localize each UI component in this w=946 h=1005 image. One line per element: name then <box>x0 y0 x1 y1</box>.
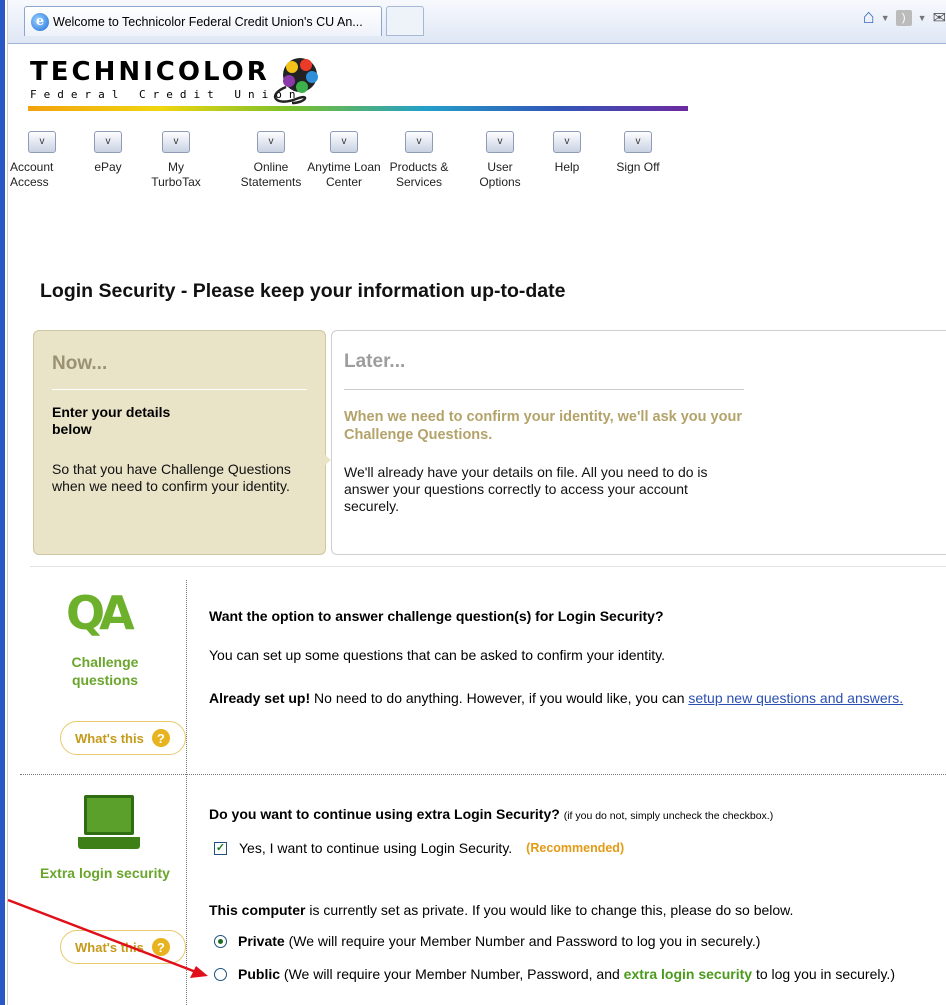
continue-security-label[interactable]: Yes, I want to continue using Login Secu… <box>239 840 512 856</box>
continue-security-row: ✓ Yes, I want to continue using Login Se… <box>214 840 624 856</box>
chevron-down-icon: v <box>162 131 190 153</box>
home-dropdown-icon[interactable]: ▼ <box>881 13 890 23</box>
recommended-badge: (Recommended) <box>526 841 625 855</box>
chevron-down-icon: v <box>405 131 433 153</box>
question-icon: ? <box>151 938 170 956</box>
row-divider <box>20 774 946 775</box>
challenge-already-setup: Already set up! No need to do anything. … <box>209 690 939 707</box>
challenge-question-title: Want the option to answer challenge ques… <box>209 608 664 624</box>
whats-this-button-challenge[interactable]: What's this ? <box>60 721 186 755</box>
qa-icon: QA <box>66 586 135 640</box>
private-option-row: Private (We will require your Member Num… <box>214 933 760 950</box>
later-panel: Later... When we need to confirm your id… <box>331 330 946 555</box>
continue-security-checkbox[interactable]: ✓ <box>214 841 227 855</box>
nav-my-turbotax[interactable]: v My TurboTax <box>136 131 216 190</box>
private-option-label: Private (We will require your Member Num… <box>238 933 760 950</box>
tab-title: Welcome to Technicolor Federal Credit Un… <box>53 14 363 29</box>
whats-this-label: What's this <box>75 939 144 955</box>
mail-icon[interactable]: ✉ <box>933 8 946 28</box>
question-icon: ? <box>151 729 170 747</box>
computer-bold: This computer <box>209 902 306 918</box>
ie-icon: e <box>31 12 49 31</box>
extra-question-note: (if you do not, simply uncheck the check… <box>563 810 774 822</box>
extra-security-question: Do you want to continue using extra Logi… <box>209 806 773 822</box>
feeds-icon[interactable]: ) <box>895 9 912 26</box>
later-text: We'll already have your details on file.… <box>344 464 708 514</box>
extra-question-bold: Do you want to continue using extra Logi… <box>209 806 560 822</box>
public-text-2: to log you in securely.) <box>752 966 895 982</box>
now-heading: Now... <box>52 353 307 390</box>
public-option-row: Public (We will require your Member Numb… <box>214 966 944 983</box>
chevron-down-icon: v <box>624 131 652 153</box>
nav-products-services[interactable]: v Products & Services <box>379 131 459 190</box>
nav-label: My TurboTax <box>151 160 201 189</box>
computer-setting-text: This computer is currently set as privat… <box>209 902 793 918</box>
feeds-dropdown-icon[interactable]: ▼ <box>918 13 927 23</box>
home-icon[interactable]: ⌂ <box>863 6 875 29</box>
laptop-screen <box>84 795 134 835</box>
new-tab-button[interactable] <box>386 6 424 36</box>
chevron-down-icon: v <box>94 131 122 153</box>
chevron-down-icon: v <box>257 131 285 153</box>
section-divider <box>30 566 946 567</box>
computer-text: is currently set as private. If you woul… <box>305 902 794 918</box>
browser-tab-active[interactable]: e Welcome to Technicolor Federal Credit … <box>24 6 382 36</box>
whats-this-button-extra[interactable]: What's this ? <box>60 930 186 964</box>
now-panel: Now... Enter your details below So that … <box>33 330 326 555</box>
nav-label: Anytime Loan Center <box>307 160 381 189</box>
nav-label: Account Access <box>10 160 54 189</box>
nav-sign-off[interactable]: v Sign Off <box>598 131 678 175</box>
chevron-down-icon: v <box>486 131 514 153</box>
nav-online-statements[interactable]: v Online Statements <box>231 131 311 190</box>
public-text-1: (We will require your Member Number, Pas… <box>280 966 624 982</box>
extra-login-security-label: Extra login security <box>40 865 170 881</box>
already-setup-bold: Already set up! <box>209 690 311 706</box>
setup-new-questions-link[interactable]: setup new questions and answers. <box>688 690 903 706</box>
now-text: So that you have Challenge Questions whe… <box>52 461 291 494</box>
public-option-label: Public (We will require your Member Numb… <box>238 966 895 983</box>
challenge-description: You can set up some questions that can b… <box>209 647 666 663</box>
private-text: (We will require your Member Number and … <box>284 933 761 949</box>
nav-anytime-loan-center[interactable]: v Anytime Loan Center <box>304 131 384 190</box>
nav-label: User Options <box>479 160 521 189</box>
chevron-down-icon: v <box>330 131 358 153</box>
later-subheading: When we need to confirm your identity, w… <box>344 409 742 443</box>
nav-help[interactable]: v Help <box>527 131 607 175</box>
already-setup-text: No need to do anything. However, if you … <box>310 690 689 706</box>
private-label[interactable]: Private <box>238 933 285 949</box>
whats-this-label: What's this <box>75 730 144 746</box>
laptop-icon <box>78 795 140 853</box>
nav-label: Products & Services <box>389 160 449 189</box>
page-title: Login Security - Please keep your inform… <box>40 280 566 302</box>
later-heading: Later... <box>344 351 744 390</box>
column-divider <box>186 580 187 1005</box>
nav-label: Online Statements <box>240 160 302 189</box>
chevron-down-icon: v <box>553 131 581 153</box>
nav-label: Sign Off <box>616 160 660 174</box>
laptop-base <box>78 837 140 849</box>
challenge-questions-label: Challenge questions <box>71 654 139 688</box>
public-radio[interactable] <box>214 968 227 981</box>
command-bar: ⌂ ▼ ) ▼ ✉ <box>863 6 946 29</box>
public-label[interactable]: Public <box>238 966 280 982</box>
private-radio[interactable] <box>214 935 227 948</box>
now-subheading: Enter your details below <box>52 404 171 437</box>
public-highlight: extra login security <box>623 966 753 982</box>
film-reel-icon <box>273 58 318 105</box>
panel-pointer <box>324 454 331 466</box>
browser-tab-bar: e Welcome to Technicolor Federal Credit … <box>8 0 946 44</box>
rainbow-divider <box>28 106 688 111</box>
chevron-down-icon: v <box>28 131 56 153</box>
nav-label: Help <box>554 160 580 174</box>
